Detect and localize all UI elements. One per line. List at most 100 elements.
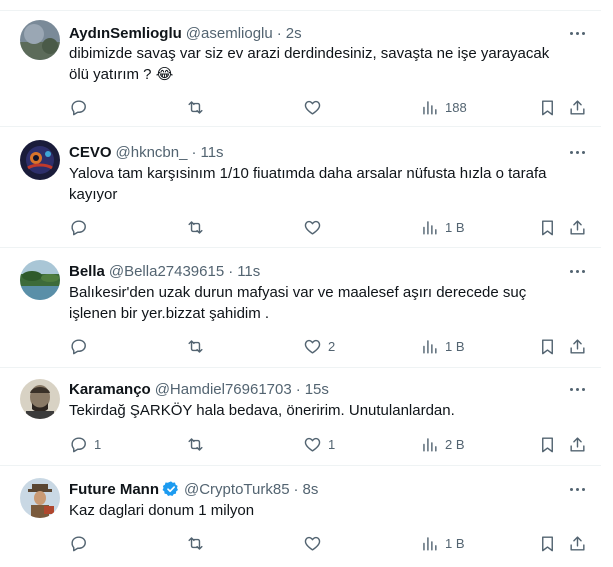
tweet-header: Karamanço @Hamdiel76961703 · 15s xyxy=(69,378,329,400)
like-icon xyxy=(304,536,321,551)
views-button[interactable]: 2 B xyxy=(420,432,465,456)
views-icon xyxy=(423,339,437,354)
like-icon xyxy=(304,100,321,115)
user-handle[interactable]: @asemlioglu xyxy=(186,25,273,42)
display-name[interactable]: Future Mann xyxy=(69,481,159,498)
verified-badge-icon[interactable] xyxy=(162,480,180,498)
more-icon[interactable] xyxy=(566,478,588,500)
more-icon[interactable] xyxy=(566,378,588,400)
timestamp[interactable]: 15s xyxy=(305,381,329,398)
display-name[interactable]: Bella xyxy=(69,263,105,280)
retweet-button[interactable] xyxy=(186,215,205,239)
share-icon xyxy=(570,99,585,115)
action-bar: 188 xyxy=(0,95,601,119)
reply-button[interactable] xyxy=(69,215,94,239)
retweet-icon xyxy=(188,339,203,353)
like-button[interactable]: 2 xyxy=(303,334,335,358)
avatar[interactable] xyxy=(20,379,60,419)
views-button[interactable]: 1 B xyxy=(420,531,465,555)
reply-button[interactable] xyxy=(69,95,94,119)
retweet-button[interactable] xyxy=(186,334,205,358)
timestamp[interactable]: 2s xyxy=(286,25,302,42)
tweet[interactable]: Future Mann @CryptoTurk85 · 8s Kaz dagla… xyxy=(0,467,601,567)
like-button[interactable]: 1 xyxy=(303,432,335,456)
avatar-image xyxy=(20,20,60,60)
tweet[interactable]: Bella @Bella27439615 · 11s Balıkesir'den… xyxy=(0,249,601,368)
separator: · xyxy=(191,143,197,161)
share-button[interactable] xyxy=(568,531,587,555)
reply-button[interactable] xyxy=(69,334,94,358)
share-icon xyxy=(570,535,585,551)
bookmark-icon xyxy=(542,99,553,115)
action-bar: 1 B xyxy=(0,215,601,239)
bookmark-button[interactable] xyxy=(538,215,557,239)
reply-icon xyxy=(71,219,86,235)
avatar-image xyxy=(20,260,60,300)
like-icon xyxy=(304,220,321,235)
views-count: 1 B xyxy=(445,535,465,551)
reply-icon xyxy=(71,535,86,551)
user-handle[interactable]: @CryptoTurk85 xyxy=(184,481,290,498)
bookmark-button[interactable] xyxy=(538,95,557,119)
action-bar: 1 B xyxy=(0,531,601,555)
more-icon[interactable] xyxy=(566,141,588,163)
share-button[interactable] xyxy=(568,215,587,239)
tweet[interactable]: AydınSemlioglu @asemlioglu · 2s dibimizd… xyxy=(0,10,601,127)
avatar[interactable] xyxy=(20,260,60,300)
retweet-icon xyxy=(188,100,203,114)
share-button[interactable] xyxy=(568,334,587,358)
retweet-button[interactable] xyxy=(186,531,205,555)
bookmark-icon xyxy=(542,219,553,235)
views-count: 1 B xyxy=(445,338,465,354)
user-handle[interactable]: @Bella27439615 xyxy=(109,263,224,280)
timestamp[interactable]: 8s xyxy=(303,481,319,498)
user-handle[interactable]: @hkncbn_ xyxy=(116,144,188,161)
retweet-icon xyxy=(188,536,203,550)
user-handle[interactable]: @Hamdiel76961703 xyxy=(155,381,292,398)
views-button[interactable]: 188 xyxy=(420,95,467,119)
tweet[interactable]: Karamanço @Hamdiel76961703 · 15s Tekirda… xyxy=(0,369,601,466)
action-bar: 2 1 B xyxy=(0,334,601,358)
tweet[interactable]: CEVO @hkncbn_ · 11s Yalova tam karşısinı… xyxy=(0,128,601,248)
views-count: 188 xyxy=(445,99,467,115)
tweet-header: AydınSemlioglu @asemlioglu · 2s xyxy=(69,22,302,44)
display-name[interactable]: AydınSemlioglu xyxy=(69,25,182,42)
tweet-header: Bella @Bella27439615 · 11s xyxy=(69,260,260,282)
share-button[interactable] xyxy=(568,95,587,119)
timestamp[interactable]: 11s xyxy=(200,144,223,161)
reply-icon xyxy=(71,99,86,115)
views-button[interactable]: 1 B xyxy=(420,334,465,358)
views-count: 1 B xyxy=(445,219,465,235)
tweet-text: Tekirdağ ŞARKÖY hala bedava, öneririm. U… xyxy=(69,402,455,419)
more-icon[interactable] xyxy=(566,22,588,44)
like-button[interactable] xyxy=(303,531,328,555)
like-icon xyxy=(304,339,321,354)
like-button[interactable] xyxy=(303,95,328,119)
avatar[interactable] xyxy=(20,20,60,60)
bookmark-button[interactable] xyxy=(538,531,557,555)
share-button[interactable] xyxy=(568,432,587,456)
reply-button[interactable] xyxy=(69,531,94,555)
display-name[interactable]: CEVO xyxy=(69,144,112,161)
bookmark-button[interactable] xyxy=(538,432,557,456)
share-icon xyxy=(570,338,585,354)
avatar[interactable] xyxy=(20,478,60,518)
avatar[interactable] xyxy=(20,140,60,180)
reply-count: 1 xyxy=(94,436,102,452)
reply-button[interactable]: 1 xyxy=(69,432,101,456)
like-button[interactable] xyxy=(303,215,328,239)
retweet-icon xyxy=(188,220,203,234)
display-name[interactable]: Karamanço xyxy=(69,381,151,398)
timestamp[interactable]: 11s xyxy=(237,263,260,280)
reply-icon xyxy=(71,436,86,452)
retweet-button[interactable] xyxy=(186,95,211,119)
views-button[interactable]: 1 B xyxy=(420,215,465,239)
views-icon xyxy=(423,536,437,551)
retweet-button[interactable] xyxy=(186,432,205,456)
like-count: 2 xyxy=(328,338,336,354)
bookmark-button[interactable] xyxy=(538,334,557,358)
more-icon[interactable] xyxy=(566,260,588,282)
separator: · xyxy=(228,262,234,280)
bookmark-icon xyxy=(542,436,553,452)
tweet-text: Yalova tam karşısinım 1/10 fiuatımda dah… xyxy=(69,165,547,203)
